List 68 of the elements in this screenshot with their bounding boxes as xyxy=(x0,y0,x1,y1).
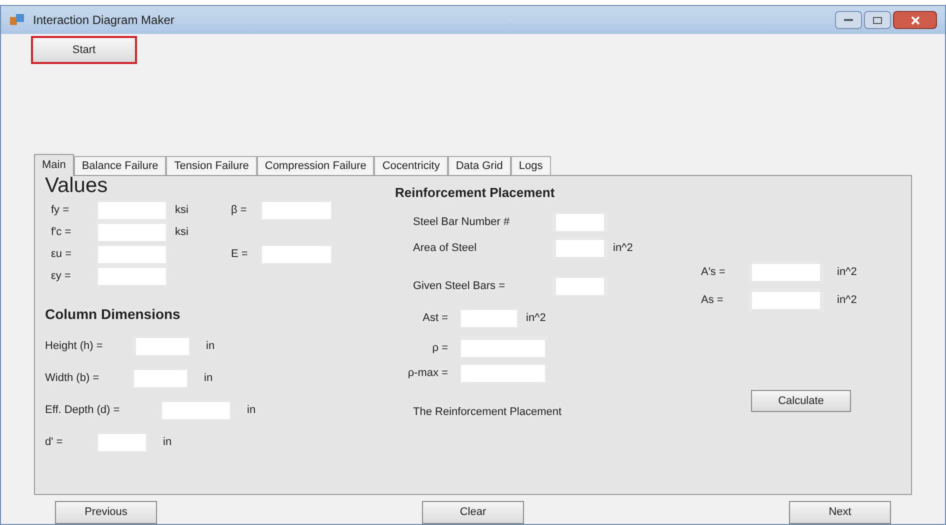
input-field[interactable] xyxy=(555,213,605,232)
field-label: Ast = xyxy=(422,311,449,326)
field-label: β = xyxy=(231,203,248,218)
field-label: d' = xyxy=(45,434,64,450)
tab[interactable]: Cocentricity xyxy=(374,156,448,175)
field-label: εu = xyxy=(50,247,73,262)
input-field[interactable] xyxy=(97,267,167,286)
tab[interactable]: Data Grid xyxy=(448,156,511,175)
unit-label: in xyxy=(204,372,213,384)
input-field[interactable] xyxy=(555,239,605,258)
field-label: As = xyxy=(701,292,724,308)
field-label: Given Steel Bars = xyxy=(413,279,506,294)
unit-label: ksi xyxy=(175,225,188,240)
input-field[interactable] xyxy=(751,262,821,282)
input-field[interactable] xyxy=(97,245,167,264)
unit-label: in^2 xyxy=(613,241,633,256)
input-field[interactable] xyxy=(751,290,821,310)
maximize-button[interactable] xyxy=(864,11,891,29)
field-label: ρ-max = xyxy=(406,366,449,382)
input-field[interactable] xyxy=(261,201,332,220)
tab[interactable]: Main xyxy=(34,154,74,176)
field-label: ρ = xyxy=(431,341,449,356)
start-button[interactable]: Start xyxy=(31,36,137,64)
app-icon xyxy=(9,13,25,27)
section-heading: Column Dimensions xyxy=(45,305,182,324)
field-label: f'c = xyxy=(50,225,72,240)
input-field[interactable] xyxy=(135,336,190,356)
unit-label: in xyxy=(247,404,256,416)
input-field[interactable] xyxy=(97,432,147,452)
input-field[interactable] xyxy=(460,309,518,328)
tab[interactable]: Tension Failure xyxy=(166,156,257,175)
section-heading: Reinforcement Placement xyxy=(395,184,556,202)
close-button[interactable] xyxy=(893,11,937,29)
input-field[interactable] xyxy=(161,400,231,420)
window-title: Interaction Diagram Maker xyxy=(33,12,174,29)
input-field[interactable] xyxy=(97,223,167,242)
field-label: A's = xyxy=(701,264,726,280)
input-field[interactable] xyxy=(555,277,605,296)
section-heading: Values xyxy=(45,174,109,198)
unit-label: in xyxy=(163,436,172,448)
close-icon xyxy=(910,16,920,24)
calculate-button[interactable]: Calculate xyxy=(751,390,851,412)
unit-label: in xyxy=(206,340,215,352)
unit-label: in^2 xyxy=(837,266,857,278)
field-label: Steel Bar Number # xyxy=(413,215,511,230)
input-field[interactable] xyxy=(97,201,167,220)
footer-button[interactable]: Clear xyxy=(422,501,524,524)
input-field[interactable] xyxy=(133,368,188,388)
field-label: Height (h) = xyxy=(45,338,104,354)
input-field[interactable] xyxy=(460,339,546,358)
input-field[interactable] xyxy=(460,364,546,383)
field-label: fy = xyxy=(50,203,70,218)
input-field[interactable] xyxy=(261,245,332,264)
unit-label: ksi xyxy=(175,203,188,218)
field-label: εy = xyxy=(50,269,72,284)
field-label: Area of Steel xyxy=(413,241,478,256)
note-text: The Reinforcement Placement xyxy=(412,404,563,420)
unit-label: in^2 xyxy=(526,311,546,326)
minimize-button[interactable] xyxy=(835,11,862,29)
footer-button[interactable]: Previous xyxy=(55,501,157,524)
tab[interactable]: Balance Failure xyxy=(74,156,166,175)
unit-label: in^2 xyxy=(837,294,857,306)
field-label: E = xyxy=(231,247,249,262)
tab[interactable]: Compression Failure xyxy=(256,156,374,175)
field-label: Width (b) = xyxy=(45,370,100,386)
tab[interactable]: Logs xyxy=(510,156,551,175)
footer-button[interactable]: Next xyxy=(789,501,891,524)
field-label: Eff. Depth (d) = xyxy=(45,402,121,418)
